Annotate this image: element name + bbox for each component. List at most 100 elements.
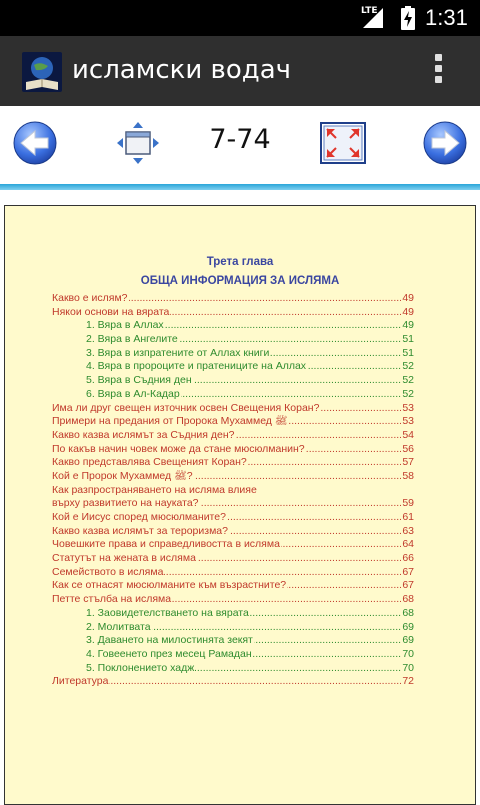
toc-entry-page: 52	[401, 360, 414, 375]
fullscreen-icon	[320, 122, 366, 164]
toc-entry-label: По какъв начин човек може да стане мюсюл…	[52, 442, 306, 457]
toc-entry-page: 67	[401, 579, 414, 594]
toc-entry[interactable]: 5. Поклонението хадж 70	[52, 661, 414, 676]
next-page-button[interactable]	[423, 120, 467, 171]
battery-charging-icon	[401, 6, 415, 30]
toc-entry-label: 3. Даването на милостинята зекят	[86, 634, 254, 648]
toc-entry-page: 54	[401, 428, 414, 443]
toc-entry-page: 56	[401, 442, 414, 457]
toc-entry[interactable]: Как разпространяването на исляма влияе	[52, 483, 414, 498]
toc-entry[interactable]: Какво казва ислямът за тероризма? 63	[52, 524, 414, 539]
status-bar: LTE 1:31	[0, 0, 480, 36]
toc-entry[interactable]: 4. Говеенето през месец Рамадан 70	[52, 647, 414, 662]
toc-entry[interactable]: 3. Вяра в изпратените от Аллах книги 51	[52, 346, 414, 361]
toc-entry-label: Има ли друг свещен източник освен Свещен…	[52, 401, 321, 416]
toc-entry-label: Как се отнасят мюсюлманите към възрастни…	[52, 579, 288, 594]
toc-entry[interactable]: 1. Заовидетелстването на вярата 68	[52, 606, 414, 621]
toc-entry-label: 2. Молитвата	[86, 620, 152, 635]
toc-entry-page: 67	[401, 565, 414, 580]
toc-entry[interactable]: Петте стълба на исляма 68	[52, 593, 414, 607]
toc-entry-label: Какво представлява Свещеният Коран?	[52, 456, 248, 470]
toc-entry-label: 1. Заовидетелстването на вярата	[86, 606, 250, 621]
navigation-toolbar: 7-74	[0, 106, 480, 186]
clock: 1:31	[425, 5, 468, 30]
toc-entry-label: Петте стълба на исляма	[52, 593, 173, 607]
app-title: исламски водач	[72, 55, 292, 85]
toc-entry-label: 3. Вяра в изпратените от Аллах книги	[86, 346, 271, 361]
toc-entry[interactable]: 6. Вяра в Ал-Кадар 52	[52, 387, 414, 402]
toc-entry-page: 49	[401, 292, 414, 306]
toc-entry[interactable]: 5. Вяра в Съдния ден 52	[52, 374, 414, 388]
toc-entry[interactable]: 2. Вяра в Ангелите 51	[52, 333, 414, 347]
toc-entry[interactable]: Човешките права и справедливостта в исля…	[52, 538, 414, 553]
toc-entry[interactable]: Как се отнасят мюсюлманите към възрастни…	[52, 579, 414, 594]
document-page[interactable]: Трета глава ОБЩА ИНФОРМАЦИЯ ЗА ИСЛЯМА Ка…	[4, 205, 476, 805]
toc-entry-page: 63	[401, 524, 414, 539]
toolbar-divider	[0, 184, 480, 190]
toc-entry-label: Как разпространяването на исляма влияе	[52, 483, 258, 498]
toc-entry-label: 4. Говеенето през месец Рамадан	[86, 647, 253, 662]
table-of-contents: Какво е ислям? 49 Някои основи на вярата 49…	[52, 292, 414, 689]
toc-entry-page: 69	[401, 620, 414, 635]
page-number: 7-74	[209, 124, 271, 155]
toc-entry[interactable]: Семейството в исляма 67	[52, 565, 414, 580]
toc-entry-page: 57	[401, 456, 414, 470]
toc-entry-label: Семейството в исляма	[52, 565, 165, 580]
window-move-icon	[117, 122, 159, 164]
arrow-left-icon	[13, 121, 57, 165]
toc-entry-label: 2. Вяра в Ангелите	[86, 333, 179, 347]
previous-page-button[interactable]	[13, 120, 57, 171]
toc-entry-label: 5. Поклонението хадж	[86, 661, 196, 676]
toc-entry-label: 4. Вяра в пророците и пратениците на Алл…	[86, 360, 308, 375]
toc-entry[interactable]: Какво представлява Свещеният Коран? 57	[52, 456, 414, 470]
toc-entry-label: Някои основи на вярата	[52, 305, 171, 320]
fullscreen-button[interactable]	[320, 122, 366, 169]
chapter-label: Трета глава	[206, 256, 274, 268]
toc-entry-label: Човешките права и справедливостта в исля…	[52, 538, 281, 553]
signal-icon	[363, 8, 383, 28]
toc-entry[interactable]: върху развитието на науката? 59	[52, 497, 414, 511]
toc-entry[interactable]: Кой е Иисус според мюсюлманите? 61	[52, 511, 414, 525]
toc-entry[interactable]: Има ли друг свещен източник освен Свещен…	[52, 401, 414, 416]
toc-entry-page: 59	[401, 497, 414, 511]
toc-entry-page: 52	[401, 387, 414, 402]
toc-entry-label: 1. Вяра в Аллах	[86, 319, 165, 334]
toc-entry-page: 64	[401, 538, 414, 553]
toc-entry[interactable]: 2. Молитвата 69	[52, 620, 414, 635]
toc-entry-page: 69	[401, 634, 414, 648]
toc-entry[interactable]: Литература 72	[52, 675, 414, 689]
toc-entry-page: 49	[401, 319, 414, 334]
toc-entry-page: 70	[401, 661, 414, 676]
toc-entry[interactable]: Кой е Пророк Мухаммед ﷺ? 58	[52, 469, 414, 484]
toc-entry-page: 51	[401, 333, 414, 347]
toc-entry-page: 68	[401, 606, 414, 621]
toc-entry-page: 58	[401, 469, 414, 484]
toc-entry-label: 5. Вяра в Съдния ден	[86, 374, 193, 388]
toc-entry-page: 61	[401, 511, 414, 525]
toc-entry[interactable]: Какво е ислям? 49	[52, 292, 414, 306]
toc-entry[interactable]: Примери на предания от Пророка Мухаммед …	[52, 415, 414, 429]
toc-entry-page: 72	[401, 675, 414, 689]
resize-button[interactable]	[115, 120, 161, 171]
overflow-menu-icon[interactable]	[428, 54, 448, 90]
toc-entry[interactable]: 4. Вяра в пророците и пратениците на Алл…	[52, 360, 414, 375]
toc-entry-label: Какво казва ислямът за тероризма?	[52, 524, 229, 539]
toc-entry[interactable]: 3. Даването на милостинята зекят 69	[52, 634, 414, 648]
toc-entry-page: 49	[401, 305, 414, 320]
toc-entry-page: 66	[401, 552, 414, 566]
toc-entry-page: 53	[401, 415, 414, 429]
toc-entry-label: Кой е Иисус според мюсюлманите?	[52, 511, 227, 525]
toc-entry-label: Литература	[52, 675, 110, 689]
toc-entry-page: 68	[401, 593, 414, 607]
toc-entry[interactable]: Какво казва ислямът за Съдния ден? 54	[52, 428, 414, 443]
toc-entry-page: 70	[401, 647, 414, 662]
toc-entry[interactable]: По какъв начин човек може да стане мюсюл…	[52, 442, 414, 457]
toc-entry[interactable]: 1. Вяра в Аллах 49	[52, 319, 414, 334]
arrow-right-icon	[423, 121, 467, 165]
toc-entry[interactable]: Статутът на жената в исляма 66	[52, 552, 414, 566]
toc-entry-label: Какво казва ислямът за Съдния ден?	[52, 428, 236, 443]
chapter-title: ОБЩА ИНФОРМАЦИЯ ЗА ИСЛЯМА	[140, 275, 340, 287]
book-globe-app-icon	[22, 52, 62, 92]
toc-entry[interactable]: Някои основи на вярата 49	[52, 305, 414, 320]
toc-entry-page: 51	[401, 346, 414, 361]
